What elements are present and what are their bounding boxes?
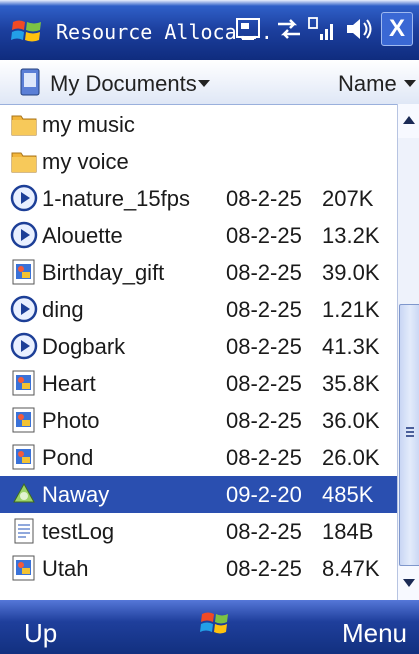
scroll-thumb[interactable] [399,304,419,566]
item-size: 35.8K [322,371,380,396]
item-name: Pond [42,445,94,470]
folder-item[interactable]: my voice [0,143,397,180]
softkey-bar: Up Menu [0,600,419,654]
item-date: 08-2-25 [226,260,302,285]
chevron-down-icon[interactable] [198,80,210,87]
scroll-down-button[interactable] [398,566,419,600]
item-size: 39.0K [322,260,380,285]
item-name: my music [42,112,135,137]
image-file-icon [10,369,38,397]
media-file-icon [10,184,38,212]
item-name: Heart [42,371,96,396]
item-size: 207K [322,186,374,211]
document-folder-icon [20,68,40,96]
image-file-icon [10,406,38,434]
file-item[interactable]: Pond 08-2-25 26.0K [0,439,397,476]
file-item[interactable]: Dogbark 08-2-25 41.3K [0,328,397,365]
grip-icon [406,427,414,439]
signal-strength-icon[interactable] [307,14,337,44]
file-item[interactable]: Photo 08-2-25 36.0K [0,402,397,439]
item-name: my voice [42,149,129,174]
file-item[interactable]: Heart 08-2-25 35.8K [0,365,397,402]
file-item[interactable]: Alouette 08-2-25 13.2K [0,217,397,254]
file-item[interactable]: Utah 08-2-25 8.47K [0,550,397,587]
sort-dropdown[interactable]: Name [338,71,397,97]
item-size: 184B [322,519,374,544]
folder-icon [10,147,38,175]
item-name: Utah [42,556,89,581]
file-item[interactable]: Birthday_gift 08-2-25 39.0K [0,254,397,291]
item-size: 1.21K [322,297,380,322]
file-list: my music my voice 1-nature_15fps 08-2-25 207… [0,104,397,600]
folder-item[interactable]: my music [0,106,397,143]
media-file-icon [10,332,38,360]
item-date: 08-2-25 [226,371,302,396]
image-file-icon [10,443,38,471]
item-name: Naway [42,482,110,507]
item-size: 36.0K [322,408,380,433]
item-date: 08-2-25 [226,445,302,470]
item-date: 08-2-25 [226,556,302,581]
folder-icon [10,110,38,138]
media-file-icon [10,221,38,249]
file-item[interactable]: ding 08-2-25 1.21K [0,291,397,328]
file-item[interactable]: 1-nature_15fps 08-2-25 207K [0,180,397,217]
windows-start-icon[interactable] [10,14,44,48]
item-size: 8.47K [322,556,380,581]
item-date: 08-2-25 [226,408,302,433]
item-size: 13.2K [322,223,380,248]
item-date: 09-2-20 [226,482,302,507]
menu-softkey[interactable]: Menu [342,618,407,649]
item-name: Birthday_gift [42,260,165,285]
title-bar: Resource Alloca... X [0,0,419,60]
item-size: 41.3K [322,334,380,359]
file-item[interactable]: Naway 09-2-20 485K [0,476,397,513]
folder-dropdown[interactable]: My Documents [50,71,197,97]
file-item[interactable]: testLog 08-2-25 184B [0,513,397,550]
item-name: 1-nature_15fps [42,186,190,211]
media-file-icon [10,295,38,323]
item-date: 08-2-25 [226,334,302,359]
image-file-icon [10,258,38,286]
item-date: 08-2-25 [226,519,302,544]
up-softkey[interactable]: Up [24,618,57,649]
item-name: Dogbark [42,334,126,359]
folder-bar: My Documents Name [0,60,419,105]
item-date: 08-2-25 [226,186,302,211]
item-size: 26.0K [322,445,380,470]
item-date: 08-2-25 [226,223,302,248]
text-file-icon [10,517,38,545]
windows-logo-icon[interactable] [200,608,230,638]
image-file-icon [10,554,38,582]
speaker-icon[interactable] [344,14,374,44]
item-name: ding [42,297,84,322]
item-name: testLog [42,519,115,544]
close-button[interactable]: X [381,12,413,46]
item-date: 08-2-25 [226,297,302,322]
chevron-down-icon[interactable] [404,80,416,87]
connectivity-icon[interactable] [234,14,264,44]
item-size: 485K [322,482,374,507]
scroll-up-button[interactable] [398,104,419,138]
scrollbar[interactable] [397,104,419,600]
program-icon [10,480,38,508]
sync-arrows-icon[interactable] [274,14,304,44]
item-name: Photo [42,408,100,433]
item-name: Alouette [42,223,123,248]
